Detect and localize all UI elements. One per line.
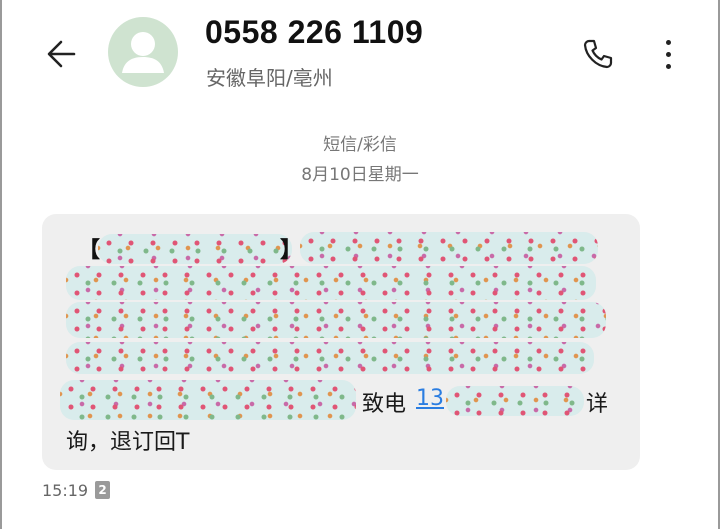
redacted-text-line-3 (66, 302, 606, 338)
text-fragment: 详 (586, 392, 609, 417)
screen-edge-left (0, 0, 2, 529)
redacted-text-line-4 (66, 342, 594, 374)
call-prefix-text: 致电 (362, 392, 407, 417)
more-dot (665, 51, 671, 57)
message-date: 8月10日星期一 (301, 165, 419, 185)
phone-icon (583, 39, 613, 69)
message-type-label: 短信/彩信 (323, 135, 397, 155)
contact-location: 安徽阜阳/亳州 (206, 66, 333, 90)
message-bubble[interactable]: 【 】 致电 13 详 询，退订回T (42, 214, 640, 470)
redacted-phone-digits (446, 386, 584, 416)
contact-number: 0558 226 1109 (205, 14, 424, 50)
sim-slot-badge: 2 (95, 481, 110, 499)
contact-avatar[interactable] (108, 17, 178, 87)
call-button[interactable] (576, 32, 620, 76)
more-vertical-icon (665, 39, 671, 45)
redacted-text-line-2 (66, 266, 596, 300)
message-last-line: 询，退订回T (66, 430, 190, 455)
more-dot (665, 63, 671, 69)
bracket-close: 】 (280, 238, 303, 263)
message-timestamp: 15:19 (42, 481, 89, 500)
person-avatar-icon (122, 32, 164, 73)
sms-conversation-screen: 0558 226 1109 安徽阜阳/亳州 短信/彩信 8月10日星期一 【 】… (0, 0, 720, 529)
redacted-text-line-1 (300, 232, 598, 264)
more-options-button[interactable] (648, 30, 688, 78)
bracket-open: 【 (78, 238, 101, 263)
arrow-left-icon (47, 40, 76, 68)
redacted-text-line-5 (60, 380, 356, 420)
redacted-sender-name (98, 234, 292, 264)
back-button[interactable] (38, 30, 86, 78)
phone-number-link[interactable]: 13 (416, 386, 444, 411)
